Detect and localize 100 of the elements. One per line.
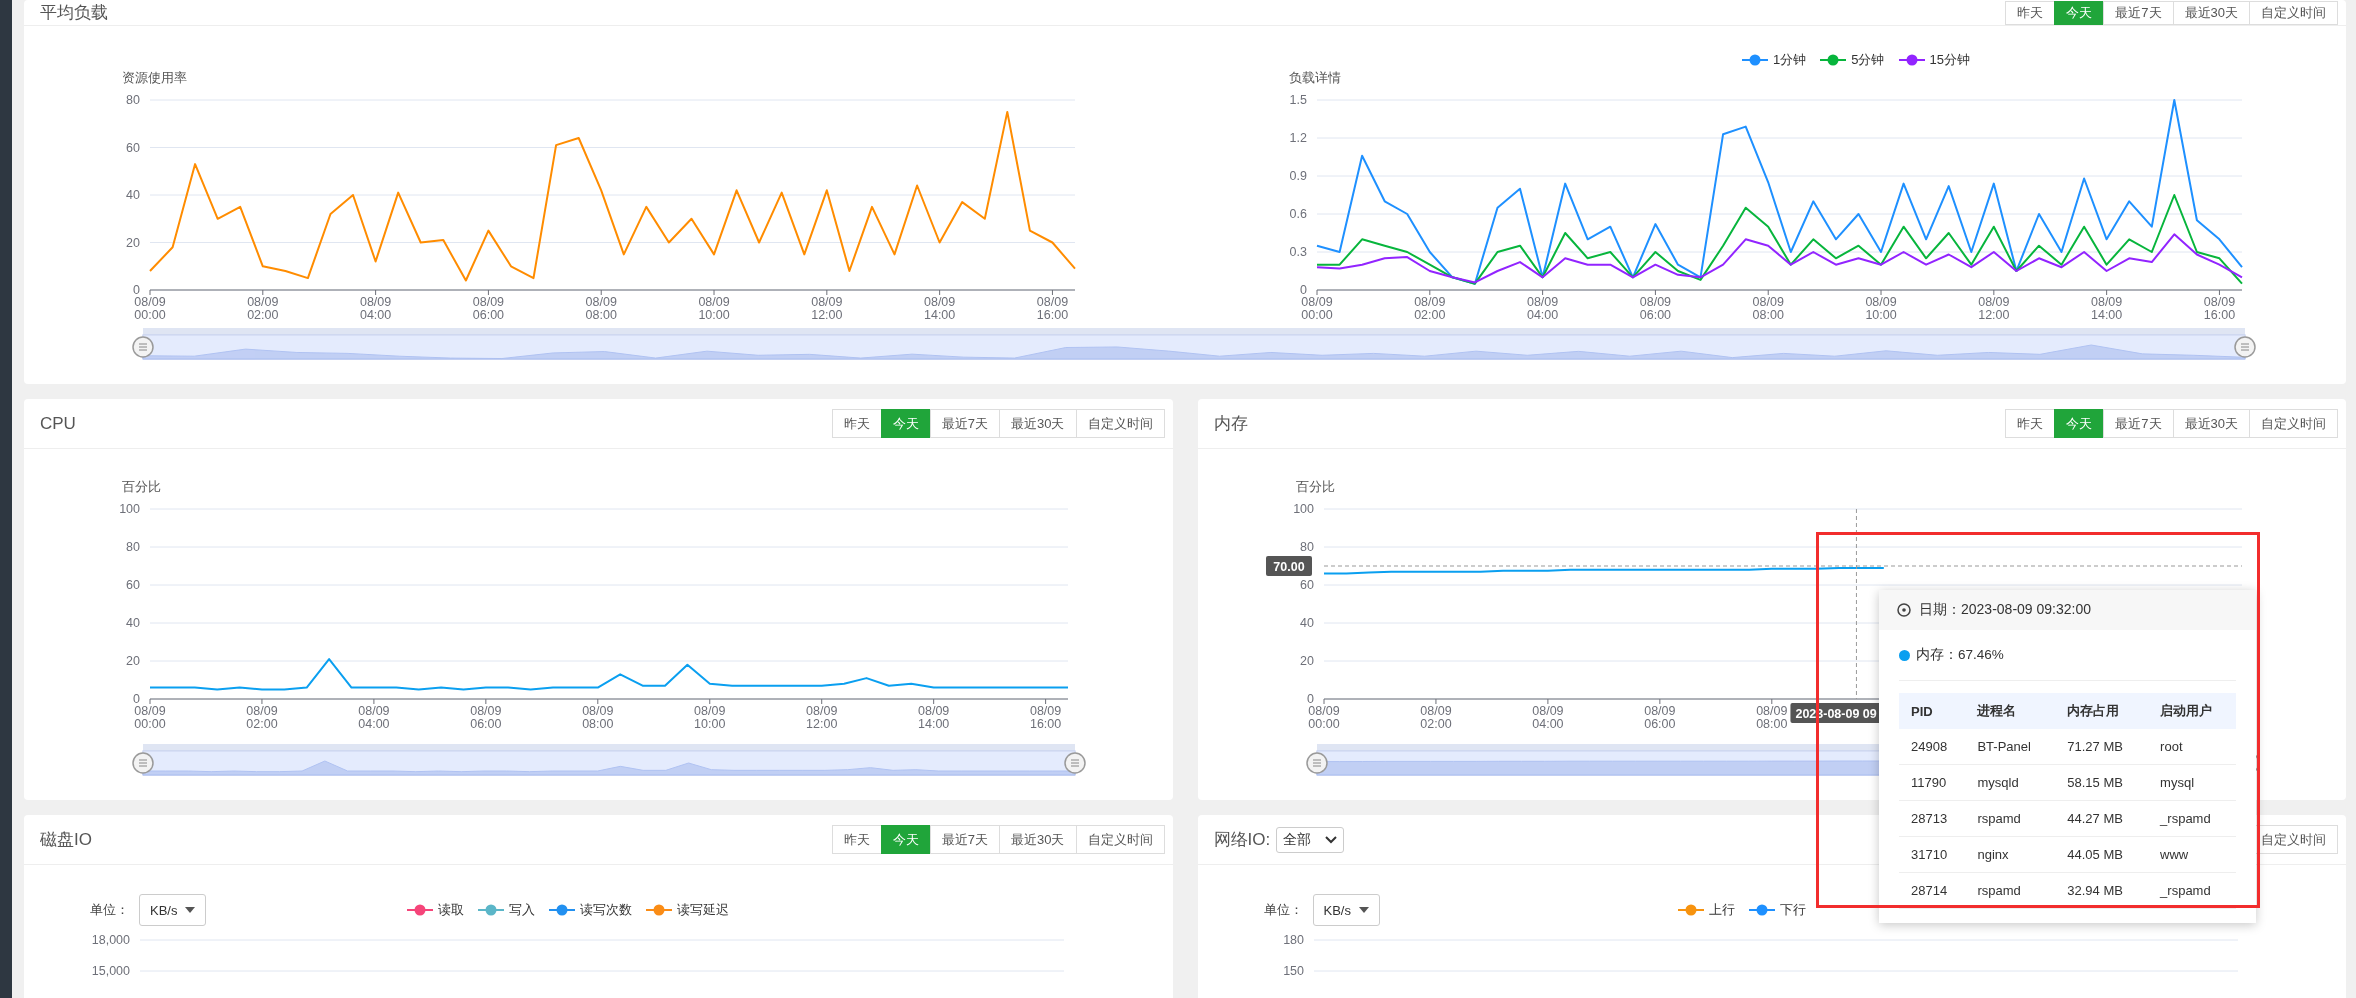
- table-cell: rspamd: [1965, 872, 2056, 909]
- caret-icon: [1358, 907, 1369, 913]
- tick-label: 08/09 06:00: [1639, 295, 1672, 322]
- slider-handle[interactable]: [132, 752, 154, 774]
- tick-label: 08/09 04:00: [358, 704, 390, 731]
- tick-label: 40: [126, 188, 140, 202]
- time-range-button[interactable]: 最近30天: [999, 825, 1077, 854]
- slider-handle[interactable]: [2234, 336, 2256, 358]
- unit-label: 单位：: [1263, 901, 1303, 919]
- table-cell: nginx: [1965, 836, 2056, 873]
- table-cell: root: [2148, 729, 2236, 765]
- time-range-button[interactable]: 自定义时间: [2249, 409, 2338, 438]
- column-header: 启动用户: [2148, 693, 2236, 729]
- tick-label: 1.5: [1289, 93, 1307, 107]
- legend-label: 读写次数: [580, 901, 633, 919]
- tick-label: 0.3: [1289, 245, 1307, 259]
- unit-dropdown[interactable]: KB/s: [139, 894, 207, 926]
- table-cell: 44.05 MB: [2055, 836, 2149, 873]
- time-range-button[interactable]: 自定义时间: [1075, 825, 1165, 854]
- tick-label: 180: [1282, 933, 1304, 947]
- tick-label: 08/09 12:00: [1978, 295, 2010, 322]
- table-cell: mysqld: [1965, 764, 2056, 801]
- slider-handle[interactable]: [1305, 752, 1328, 774]
- tick-label: 08/09 14:00: [2091, 295, 2123, 322]
- table-cell: _rspamd: [2148, 872, 2236, 909]
- time-range-button[interactable]: 最近7天: [2103, 0, 2174, 25]
- tick-label: 60: [126, 140, 140, 155]
- panel-title: 内存: [1213, 413, 1248, 435]
- tick-label: 100: [1292, 502, 1314, 516]
- tick-label: 40: [1299, 616, 1314, 630]
- tick-label: 08/09 08:00: [1752, 295, 1784, 322]
- tick-label: 80: [126, 93, 140, 107]
- table-cell: BT-Panel: [1965, 729, 2056, 765]
- table-cell: 58.15 MB: [2055, 764, 2149, 801]
- axis-title: 资源使用率: [122, 71, 187, 85]
- tick-label: 08/09 06:00: [472, 295, 505, 322]
- caret-icon: [185, 907, 196, 913]
- tick-label: 20: [126, 235, 140, 250]
- tick-label: 20: [1299, 654, 1314, 668]
- tick-label: 08/09 04:00: [1531, 704, 1564, 731]
- value-label: 70.00: [1265, 556, 1312, 576]
- tick-label: 08/09 16:00: [2203, 295, 2236, 322]
- table-cell: _rspamd: [2148, 800, 2236, 837]
- tick-label: 08/09 00:00: [134, 295, 166, 322]
- legend-label: 上行: [1708, 901, 1735, 919]
- unit-dropdown[interactable]: KB/s: [1312, 894, 1380, 926]
- legend-label: 读写延迟: [677, 901, 730, 919]
- tick-label: 0.6: [1289, 207, 1307, 221]
- axis-title: 百分比: [122, 480, 161, 494]
- ref-line-label: 70.00: [1272, 559, 1305, 574]
- time-range-button[interactable]: 昨天: [2005, 0, 2056, 25]
- tick-label: 08/09 10:00: [1865, 295, 1897, 322]
- tick-label: 0: [133, 692, 140, 706]
- time-range-button[interactable]: 昨天: [831, 409, 882, 438]
- tick-label: 15,000: [91, 964, 130, 978]
- axis-title: 负载详情: [1289, 71, 1341, 85]
- time-range-button[interactable]: 自定义时间: [1075, 409, 1165, 438]
- tick-label: 80: [126, 540, 140, 554]
- tick-label: 08/09 14:00: [918, 704, 950, 731]
- tick-label: 150: [1282, 964, 1304, 978]
- tick-label: 08/09 16:00: [1029, 704, 1062, 731]
- tick-label: 08/09 02:00: [1419, 704, 1452, 731]
- tick-label: 08/09 08:00: [585, 295, 617, 322]
- tick-label: 08/09 02:00: [246, 704, 278, 731]
- slider-handle[interactable]: [1064, 752, 1086, 774]
- tick-label: 0.9: [1289, 169, 1307, 183]
- time-range-button[interactable]: 最近7天: [2103, 409, 2174, 438]
- panel-title: 平均负载: [40, 2, 108, 24]
- panel-title: 网络IO:: [1213, 829, 1271, 851]
- table-cell: 71.27 MB: [2055, 729, 2149, 765]
- time-range-button[interactable]: 最近7天: [929, 409, 1001, 438]
- tick-label: 08/09 12:00: [806, 704, 838, 731]
- time-range-button[interactable]: 最近30天: [999, 409, 1077, 438]
- legend-label: 1分钟: [1773, 51, 1807, 69]
- slider-track[interactable]: [142, 328, 2246, 360]
- tick-label: 08/09 10:00: [694, 704, 726, 731]
- table-cell: 11790: [1899, 764, 1966, 801]
- time-range-button[interactable]: 最近7天: [929, 825, 1001, 854]
- panel-title: 磁盘IO: [40, 829, 92, 851]
- slider-track[interactable]: [142, 744, 1076, 776]
- clock-icon: [1897, 603, 1911, 617]
- tooltip-value: 内存：67.46%: [1916, 646, 2004, 664]
- table-cell: 32.94 MB: [2055, 872, 2149, 909]
- column-header: PID: [1899, 693, 1966, 729]
- tick-label: 08/09 02:00: [1414, 295, 1446, 322]
- table-cell: www: [2148, 836, 2236, 873]
- tick-label: 08/09 08:00: [582, 704, 614, 731]
- time-range-button[interactable]: 昨天: [2005, 409, 2056, 438]
- tick-label: 08/09 10:00: [698, 295, 730, 322]
- chevron-down-icon: [1325, 835, 1338, 844]
- time-range-button[interactable]: 最近30天: [2172, 0, 2250, 25]
- time-range-button[interactable]: 昨天: [831, 825, 882, 854]
- tick-label: 18,000: [91, 933, 130, 947]
- filter-dropdown[interactable]: 全部: [1276, 826, 1345, 853]
- time-range-button[interactable]: 最近30天: [2172, 409, 2250, 438]
- slider-handle[interactable]: [132, 336, 154, 358]
- time-range-button[interactable]: 自定义时间: [2249, 0, 2338, 25]
- legend-label: 5分钟: [1851, 51, 1885, 69]
- tick-label: 08/09 04:00: [1526, 295, 1559, 322]
- legend-label: 下行: [1779, 901, 1806, 919]
